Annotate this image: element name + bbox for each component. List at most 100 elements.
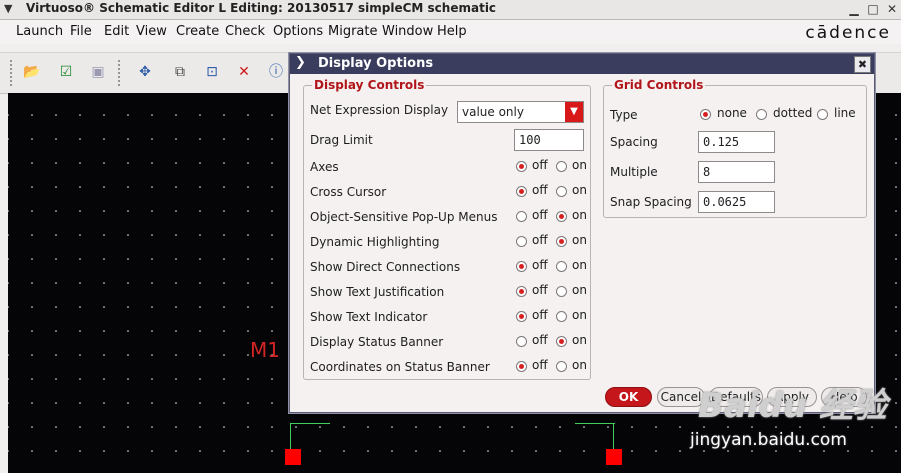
cross-cursor-on-label: on	[572, 183, 587, 197]
spacing-label: Spacing	[610, 135, 658, 149]
toggle-label-cross-cursor: Cross Cursor	[310, 185, 387, 199]
window-titlebar: ▼ Virtuoso® Schematic Editor L Editing: …	[0, 0, 901, 20]
window-menu-icon[interactable]: ▼	[4, 2, 12, 15]
pin-left[interactable]	[285, 449, 301, 465]
text-justification-on-label: on	[572, 283, 587, 297]
ok-button[interactable]: OK	[605, 387, 652, 407]
status-banner-on-label: on	[572, 333, 587, 347]
popup-menus-on-label: on	[572, 208, 587, 222]
chevron-down-icon[interactable]: ❯	[295, 55, 306, 70]
status-banner-off-radio[interactable]	[516, 336, 527, 347]
multiple-input[interactable]: 8	[698, 161, 775, 183]
menu-launch[interactable]: Launch	[16, 24, 63, 39]
move-icon[interactable]: ✥	[135, 63, 155, 81]
toggle-label-coordinates: Coordinates on Status Banner	[310, 360, 490, 374]
menu-migrate[interactable]: Migrate	[328, 24, 378, 39]
grid-type-dotted-radio[interactable]	[756, 109, 767, 120]
snap-spacing-input[interactable]: 0.0625	[698, 191, 775, 213]
toolbar-grip-2[interactable]	[118, 60, 126, 86]
status-banner-off-label: off	[532, 333, 548, 347]
pin-right[interactable]	[606, 449, 622, 465]
axes-on-label: on	[572, 158, 587, 172]
copy-icon[interactable]: ⧉	[170, 63, 190, 81]
coordinates-off-radio[interactable]	[516, 361, 527, 372]
delete-icon[interactable]: ✕	[234, 63, 254, 81]
dialog-titlebar[interactable]: ❯ Display Options ✖	[290, 54, 874, 74]
drag-limit-input[interactable]: 100	[514, 129, 584, 151]
dynamic-highlighting-off-label: off	[532, 233, 548, 247]
minimize-icon[interactable]: ▁	[845, 0, 863, 18]
net-expression-select[interactable]: value only ▼	[457, 101, 584, 123]
wire-right-top	[575, 423, 615, 424]
direct-connections-on-label: on	[572, 258, 587, 272]
coordinates-on-label: on	[572, 358, 587, 372]
menu-create[interactable]: Create	[176, 24, 219, 39]
display-options-dialog: ❯ Display Options ✖ Display Controls Net…	[289, 53, 875, 413]
dialog-title: Display Options	[318, 56, 434, 71]
grid-controls-title: Grid Controls	[612, 78, 706, 92]
dynamic-highlighting-on-radio[interactable]	[556, 236, 567, 247]
popup-menus-off-label: off	[532, 208, 548, 222]
window-title: Virtuoso® Schematic Editor L Editing: 20…	[26, 1, 497, 15]
toggle-label-direct-connections: Show Direct Connections	[310, 260, 461, 274]
stretch-icon[interactable]: ⊡	[202, 63, 222, 81]
spacing-input[interactable]: 0.125	[698, 131, 775, 153]
check-save-icon[interactable]: ☑	[56, 63, 76, 81]
toggle-label-dynamic-highlighting: Dynamic Highlighting	[310, 235, 440, 249]
baidu-logo: Baidu 经验	[698, 386, 887, 426]
maximize-icon[interactable]: □	[864, 0, 882, 18]
axes-off-label: off	[532, 158, 548, 172]
axes-off-radio[interactable]	[516, 161, 527, 172]
popup-menus-on-radio[interactable]	[556, 211, 567, 222]
dynamic-highlighting-off-radio[interactable]	[516, 236, 527, 247]
direct-connections-off-radio[interactable]	[516, 261, 527, 272]
baidu-watermark: Baidu 经验 jingyan.baidu.com	[690, 378, 890, 468]
text-justification-off-radio[interactable]	[516, 286, 527, 297]
text-justification-on-radio[interactable]	[556, 286, 567, 297]
cross-cursor-on-radio[interactable]	[556, 186, 567, 197]
menubar: Launch File Edit View Create Check Optio…	[0, 20, 901, 44]
axes-on-radio[interactable]	[556, 161, 567, 172]
drag-limit-label: Drag Limit	[310, 133, 373, 147]
status-banner-on-radio[interactable]	[556, 336, 567, 347]
toolbar-grip[interactable]	[10, 60, 18, 86]
popup-menus-off-radio[interactable]	[516, 211, 527, 222]
menu-help[interactable]: Help	[437, 24, 467, 39]
menu-file[interactable]: File	[70, 24, 92, 39]
baidu-url: jingyan.baidu.com	[690, 430, 847, 450]
menu-edit[interactable]: Edit	[104, 24, 129, 39]
grid-type-none-radio[interactable]	[700, 109, 711, 120]
coordinates-on-radio[interactable]	[556, 361, 567, 372]
menu-check[interactable]: Check	[225, 24, 265, 39]
close-icon[interactable]: ✖	[854, 56, 871, 73]
display-controls-title: Display Controls	[312, 78, 427, 92]
info-icon[interactable]: ⓘ	[266, 63, 286, 81]
menu-view[interactable]: View	[136, 24, 167, 39]
wire-left-top	[290, 423, 330, 424]
text-justification-off-label: off	[532, 283, 548, 297]
grid-type-line-radio[interactable]	[817, 109, 828, 120]
grid-type-dotted-label: dotted	[773, 106, 813, 120]
snap-spacing-label: Snap Spacing	[610, 195, 692, 209]
toggle-label-popup-menus: Object-Sensitive Pop-Up Menus	[310, 210, 498, 224]
coordinates-off-label: off	[532, 358, 548, 372]
net-expression-label: Net Expression Display	[310, 103, 449, 117]
text-indicator-off-radio[interactable]	[516, 311, 527, 322]
close-icon[interactable]: ✕	[883, 0, 901, 18]
menu-options[interactable]: Options	[273, 24, 323, 39]
toggle-label-text-indicator: Show Text Indicator	[310, 310, 428, 324]
chevron-down-icon[interactable]: ▼	[565, 102, 583, 122]
save-icon[interactable]: ▣	[88, 63, 108, 81]
toggle-label-axes: Axes	[310, 160, 339, 174]
display-controls-group: Display Controls Net Expression Display …	[303, 78, 591, 380]
menu-window[interactable]: Window	[382, 24, 433, 39]
text-indicator-on-radio[interactable]	[556, 311, 567, 322]
toggle-label-status-banner: Display Status Banner	[310, 335, 444, 349]
grid-type-label: Type	[610, 108, 638, 122]
direct-connections-off-label: off	[532, 258, 548, 272]
direct-connections-on-radio[interactable]	[556, 261, 567, 272]
open-folder-icon[interactable]: 📂	[22, 63, 42, 81]
multiple-label: Multiple	[610, 165, 658, 179]
cross-cursor-off-radio[interactable]	[516, 186, 527, 197]
cross-cursor-off-label: off	[532, 183, 548, 197]
